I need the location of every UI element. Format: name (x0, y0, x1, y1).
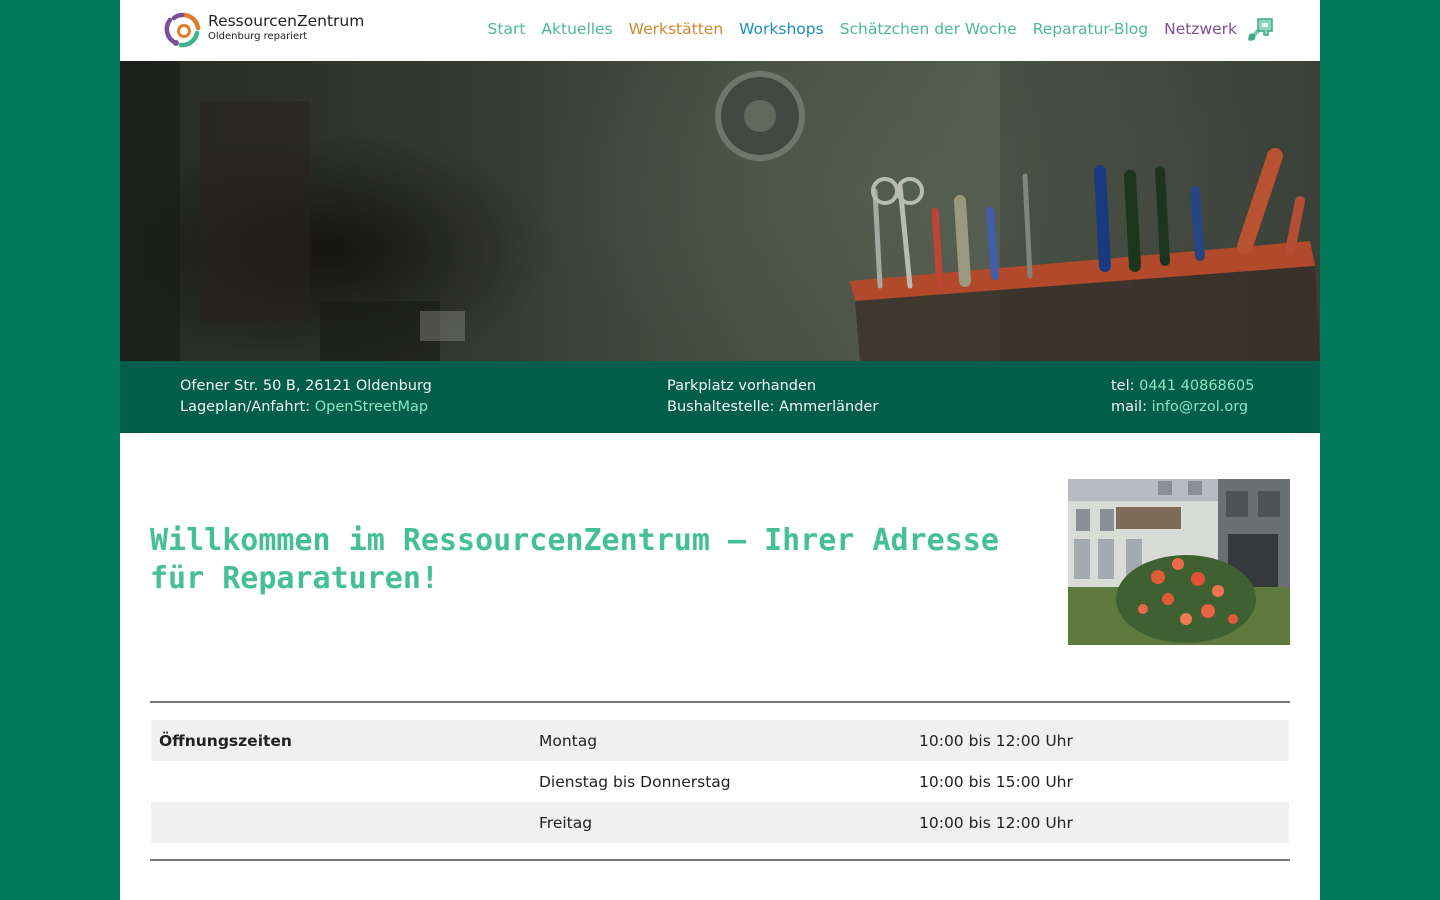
site-logo[interactable]: RessourcenZentrum Oldenburg repariert (164, 11, 374, 49)
logo-subtitle: Oldenburg repariert (208, 31, 308, 42)
mail-link[interactable]: info@rzol.org (1152, 399, 1249, 415)
bus-stop-text: Bushaltestelle: Ammerländer (667, 399, 879, 415)
site-header: RessourcenZentrum Oldenburg repariert St… (120, 0, 1320, 61)
nav-start[interactable]: Start (488, 20, 526, 38)
nav-schaetzchen[interactable]: Schätzchen der Woche (840, 20, 1017, 38)
contact-info-bar: Ofener Str. 50 B, 26121 Oldenburg Lagepl… (120, 361, 1320, 433)
table-row: Dienstag bis Donnerstag 10:00 bis 15:00 … (151, 761, 1289, 802)
nav-workshops[interactable]: Workshops (739, 20, 824, 38)
day-cell: Freitag (539, 813, 593, 832)
table-row: Öffnungszeiten Montag 10:00 bis 12:00 Uh… (151, 720, 1289, 761)
top-divider (150, 701, 1290, 703)
map-prefix: Lageplan/Anfahrt: (180, 399, 315, 415)
time-cell: 10:00 bis 12:00 Uhr (919, 731, 1073, 750)
welcome-title: Willkommen im RessourcenZentrum – Ihrer … (150, 523, 999, 596)
puzzle-network-icon[interactable] (1246, 15, 1276, 43)
hero-image (120, 61, 1320, 361)
time-cell: 10:00 bis 15:00 Uhr (919, 772, 1073, 791)
logo-name: RessourcenZentrum (208, 12, 365, 30)
page: RessourcenZentrum Oldenburg repariert St… (120, 0, 1320, 900)
nav-netzwerk[interactable]: Netzwerk (1164, 20, 1237, 38)
address-text: Ofener Str. 50 B, 26121 Oldenburg (180, 378, 432, 394)
tel-prefix: tel: (1111, 378, 1140, 394)
tel-line: tel: 0441 40868605 (1111, 376, 1254, 397)
contact-block: tel: 0441 40868605 mail: info@rzol.org (1111, 376, 1254, 418)
address-block: Ofener Str. 50 B, 26121 Oldenburg Lagepl… (180, 376, 432, 418)
map-line: Lageplan/Anfahrt: OpenStreetMap (180, 397, 432, 418)
mail-line: mail: info@rzol.org (1111, 397, 1254, 418)
nav-reparatur-blog[interactable]: Reparatur-Blog (1033, 20, 1148, 38)
nav-aktuelles[interactable]: Aktuelles (541, 20, 612, 38)
parking-text: Parkplatz vorhanden (667, 378, 817, 394)
hours-heading: Öffnungszeiten (159, 731, 292, 750)
openstreetmap-link[interactable]: OpenStreetMap (315, 399, 428, 415)
time-cell: 10:00 bis 12:00 Uhr (919, 813, 1073, 832)
day-cell: Dienstag bis Donnerstag (539, 772, 731, 791)
nav-werkstaetten[interactable]: Werkstätten (629, 20, 723, 38)
opening-hours-table: Öffnungszeiten Montag 10:00 bis 12:00 Uh… (151, 720, 1289, 843)
circular-arrows-logo-icon (164, 12, 201, 48)
tel-link[interactable]: 0441 40868605 (1139, 378, 1254, 394)
building-with-roses-photo (1068, 479, 1290, 645)
workshop-tools-photo (120, 61, 1320, 361)
main-nav: Start Aktuelles Werkstätten Workshops Sc… (488, 0, 1276, 58)
mail-prefix: mail: (1111, 399, 1152, 415)
bottom-divider (150, 859, 1290, 861)
transport-block: Parkplatz vorhanden Bushaltestelle: Amme… (667, 376, 878, 418)
day-cell: Montag (539, 731, 598, 750)
table-row: Freitag 10:00 bis 12:00 Uhr (151, 802, 1289, 843)
